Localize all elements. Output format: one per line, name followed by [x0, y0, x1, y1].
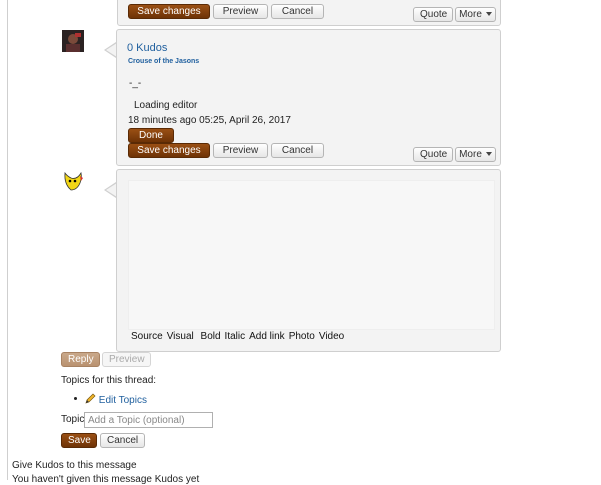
preview-button[interactable]: Preview: [213, 4, 268, 19]
banana-avatar-icon: [62, 170, 84, 192]
topics-heading: Topics for this thread:: [61, 375, 157, 386]
reply-text-area[interactable]: [128, 180, 495, 330]
toolbar-italic[interactable]: Italic: [225, 331, 246, 342]
chevron-down-icon: [485, 152, 492, 157]
topic-input[interactable]: [84, 412, 213, 428]
kudos-count-link[interactable]: 0 Kudos: [127, 42, 167, 54]
more-label: More: [459, 9, 482, 20]
save-changes-button[interactable]: Save changes: [128, 143, 210, 158]
bullet-dot: [74, 397, 77, 400]
toolbar-source[interactable]: Source: [131, 331, 163, 342]
thread-indent-line: [7, 0, 8, 480]
cancel-button[interactable]: Cancel: [271, 143, 324, 158]
reply-button[interactable]: Reply: [61, 352, 100, 367]
topic-cancel-button[interactable]: Cancel: [100, 433, 145, 448]
toolbar-bold[interactable]: Bold: [201, 331, 221, 342]
avatar[interactable]: [62, 30, 84, 52]
reply-preview-button[interactable]: Preview: [102, 352, 151, 367]
more-menu-button[interactable]: More: [455, 147, 496, 162]
toolbar-video[interactable]: Video: [319, 331, 344, 342]
edit-topics-link[interactable]: Edit Topics: [84, 393, 147, 406]
save-changes-button[interactable]: Save changes: [128, 4, 210, 19]
post-body-text: -_-: [129, 78, 142, 89]
pencil-icon: [85, 393, 96, 404]
quote-button[interactable]: Quote: [413, 7, 453, 22]
topic-field-label: Topic: [61, 414, 85, 425]
loading-editor-text: Loading editor: [134, 100, 198, 111]
editor-toolbar: Source Visual Bold Italic Add link Photo Vide…: [131, 331, 348, 342]
author-rank-link[interactable]: Crouse of the Jasons: [128, 58, 199, 65]
more-label: More: [459, 149, 482, 160]
done-button[interactable]: Done: [128, 128, 174, 143]
edit-topics-label: Edit Topics: [98, 395, 147, 406]
quote-button[interactable]: Quote: [413, 147, 453, 162]
toolbar-visual[interactable]: Visual: [167, 331, 194, 342]
avatar[interactable]: [62, 170, 84, 192]
toolbar-photo[interactable]: Photo: [289, 331, 315, 342]
chevron-down-icon: [485, 12, 492, 17]
post-panel-pointer: [104, 42, 117, 58]
toolbar-add-link[interactable]: Add link: [249, 331, 285, 342]
cancel-button[interactable]: Cancel: [271, 4, 324, 19]
topic-save-button[interactable]: Save: [61, 433, 97, 448]
post-timestamp: 18 minutes ago 05:25, April 26, 2017: [128, 115, 291, 126]
give-kudos-text: Give Kudos to this message: [12, 460, 137, 471]
more-menu-button[interactable]: More: [455, 7, 496, 22]
preview-button[interactable]: Preview: [213, 143, 268, 158]
user-photo-icon: [62, 30, 84, 52]
reply-panel-pointer: [104, 182, 117, 198]
